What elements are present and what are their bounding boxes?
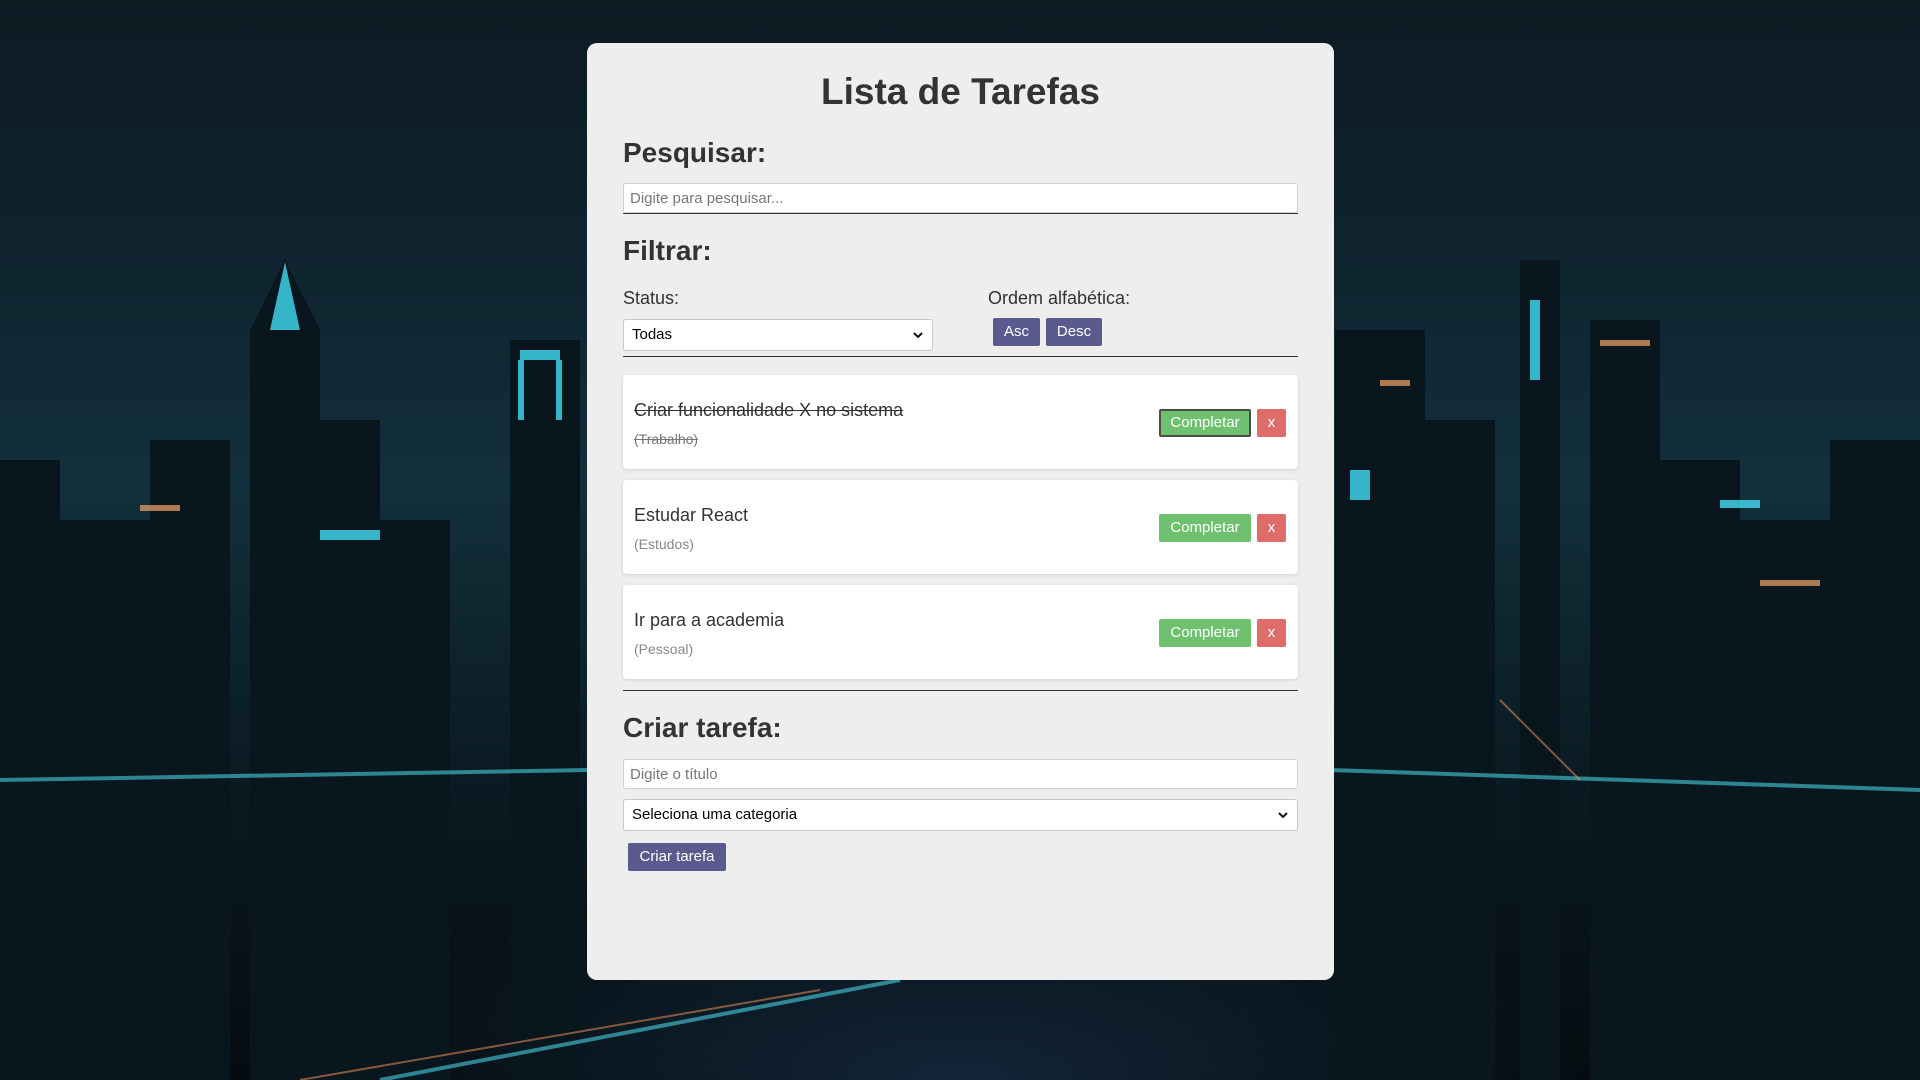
task-title: Ir para a academia [634,610,785,630]
todo-app-panel: Lista de Tarefas Pesquisar: Filtrar: Sta… [587,43,1334,980]
complete-button[interactable]: Completar [1159,514,1251,542]
category-select-wrapper: Seleciona uma categoria [623,799,1298,831]
status-selected-value: Todas [632,326,673,343]
sort-asc-button[interactable]: Asc [993,318,1040,346]
page-title: Lista de Tarefas [821,71,1100,112]
divider [623,690,1298,691]
task-item: Estudar React (Estudos) Completar x [623,480,1298,574]
category-selected-value: Seleciona uma categoria [632,806,798,823]
search-input[interactable] [623,183,1298,213]
create-heading: Criar tarefa: [623,712,782,743]
chevron-down-icon [1278,812,1288,819]
filter-row: Status: Todas Ordem alfabética: Asc Desc [623,288,1298,356]
task-title: Criar funcionalidade X no sistema [634,400,904,420]
search-heading: Pesquisar: [623,137,767,168]
delete-button[interactable]: x [1257,514,1286,542]
divider [623,213,1298,214]
task-item: Criar funcionalidade X no sistema (Traba… [623,375,1298,469]
complete-button[interactable]: Completar [1159,409,1251,437]
sort-desc-button[interactable]: Desc [1046,318,1102,346]
task-title: Estudar React [634,505,749,525]
task-list: Criar funcionalidade X no sistema (Traba… [623,375,1298,679]
order-label: Ordem alfabética: [988,288,1131,308]
delete-button[interactable]: x [1257,409,1286,437]
delete-button[interactable]: x [1257,619,1286,647]
status-label: Status: [623,288,680,308]
task-category: (Pessoal) [634,641,694,657]
status-select[interactable]: Todas [623,319,933,351]
divider [623,356,1298,357]
complete-button[interactable]: Completar [1159,619,1251,647]
task-category: (Trabalho) [634,431,699,447]
task-title-input[interactable] [623,759,1298,789]
task-category: (Estudos) [634,536,694,552]
chevron-down-icon [913,332,923,339]
task-item: Ir para a academia (Pessoal) Completar x [623,585,1298,679]
category-select[interactable]: Seleciona uma categoria [623,799,1298,831]
create-task-button[interactable]: Criar tarefa [628,843,726,871]
filter-heading: Filtrar: [623,235,712,266]
